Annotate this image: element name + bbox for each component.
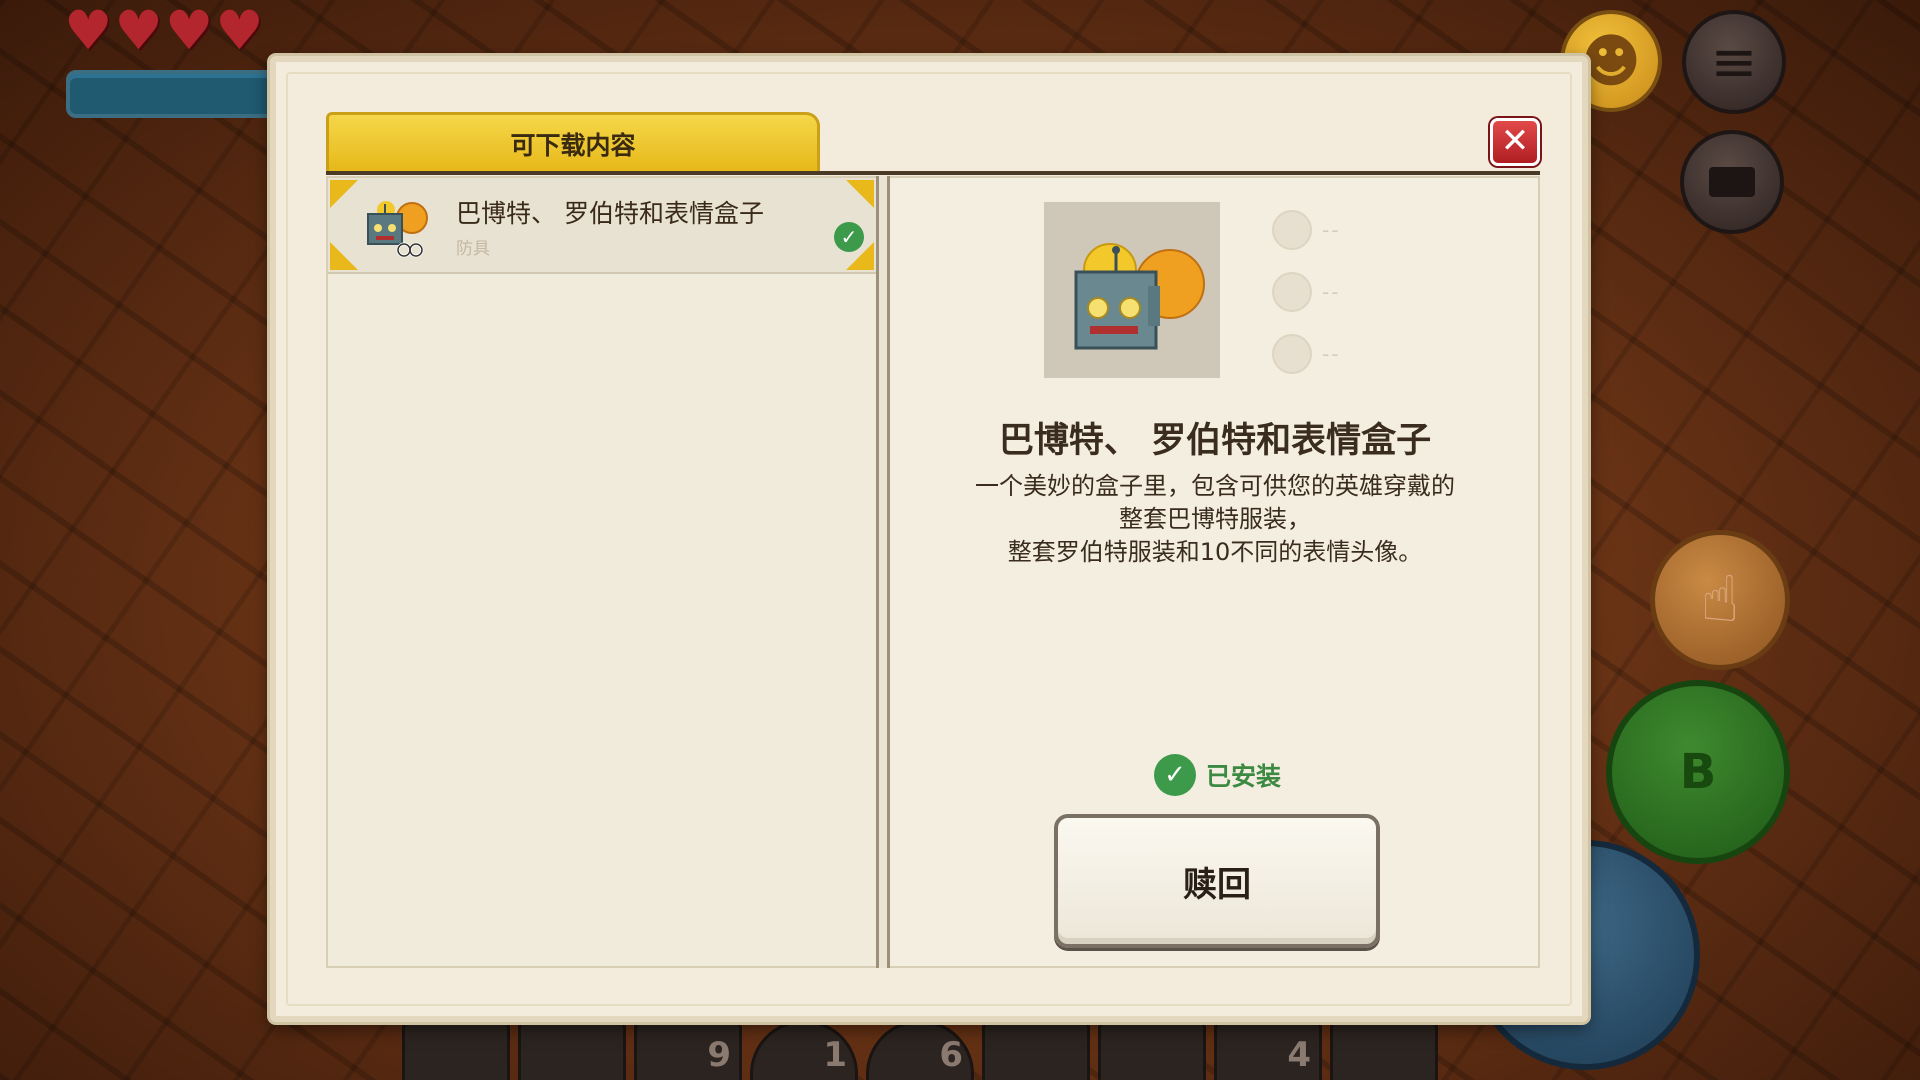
item-name: 巴博特、 罗伯特和表情盒子 [456,199,764,228]
hotbar-slot[interactable] [1330,1020,1438,1080]
b-button[interactable]: B [1606,680,1790,864]
heart-icon: ♥ [215,0,264,62]
detail-title: 巴博特、 罗伯特和表情盒子 [998,421,1432,461]
variant-dot[interactable] [1272,210,1312,250]
variant-label: -- [1322,342,1341,366]
variant-option[interactable]: -- [1272,210,1340,250]
close-button[interactable]: ✕ [1490,118,1540,166]
variant-option[interactable]: -- [1272,334,1340,374]
hotbar-slot[interactable] [982,1020,1090,1080]
description-line: 整套巴博特服装， [1119,505,1311,533]
selection-corner [330,180,358,208]
menu-button[interactable]: ≡ [1682,10,1786,114]
variant-dot[interactable] [1272,334,1312,374]
camera-button[interactable] [1680,130,1784,234]
hotbar-slot[interactable] [518,1020,626,1080]
hotbar: 9 1 6 4 [402,1020,1438,1080]
variant-label: -- [1322,218,1341,242]
variant-option[interactable]: -- [1272,272,1340,312]
stamina-bar [66,70,296,118]
hotbar-slot[interactable]: 1 [750,1020,858,1080]
b-button-label: B [1679,744,1717,800]
variant-selector: -- -- -- [1272,210,1340,396]
hotbar-slot[interactable]: 9 [634,1020,742,1080]
installed-status: ✓ 已安装 [1154,754,1281,796]
heart-icon: ♥ [64,0,113,62]
variant-label: -- [1322,280,1341,304]
hotbar-slot[interactable] [402,1020,510,1080]
heart-icon: ♥ [164,0,214,62]
dlc-dialog: 可下载内容 ✕ 巴博特、 罗伯特和表情盒子 防具 ✓ -- -- -- 巴博特、… [270,56,1588,1022]
interact-button[interactable]: ☝ [1650,530,1790,670]
check-icon: ✓ [1154,754,1196,796]
camera-icon [1709,167,1755,197]
redeem-button[interactable]: 赎回 [1054,814,1380,948]
description-line: 一个美妙的盒子里，包含可供您的英雄穿戴的 [975,472,1455,500]
tab-downloadable-content[interactable]: 可下载内容 [326,112,820,172]
heart-icon: ♥ [114,0,163,62]
tab-underline [326,171,1540,175]
hotbar-slot[interactable] [1098,1020,1206,1080]
selection-corner [330,242,358,270]
selection-corner [846,180,874,208]
panel-divider [876,176,890,968]
detail-description: 一个美妙的盒子里，包含可供您的英雄穿戴的 整套巴博特服装， 整套罗伯特服装和10… [890,470,1540,569]
hand-icon: ☝ [1700,563,1740,637]
menu-icon: ≡ [1710,29,1758,95]
item-category: 防具 [456,239,490,259]
hotbar-slot[interactable]: 4 [1214,1020,1322,1080]
item-preview-image [1044,202,1220,378]
dlc-list: 巴博特、 罗伯特和表情盒子 防具 ✓ [326,176,876,968]
health-hearts: ♥ ♥ ♥ ♥ [64,4,264,58]
list-item[interactable]: 巴博特、 罗伯特和表情盒子 防具 ✓ [328,178,876,274]
installed-label: 已安装 [1206,762,1282,791]
installed-check-icon: ✓ [834,222,864,252]
smiley-icon: ☻ [1580,27,1642,95]
robot-box-icon [367,201,428,258]
hotbar-slot[interactable]: 6 [866,1020,974,1080]
description-line: 整套罗伯特服装和10不同的表情头像。 [1007,538,1423,566]
variant-dot[interactable] [1272,272,1312,312]
